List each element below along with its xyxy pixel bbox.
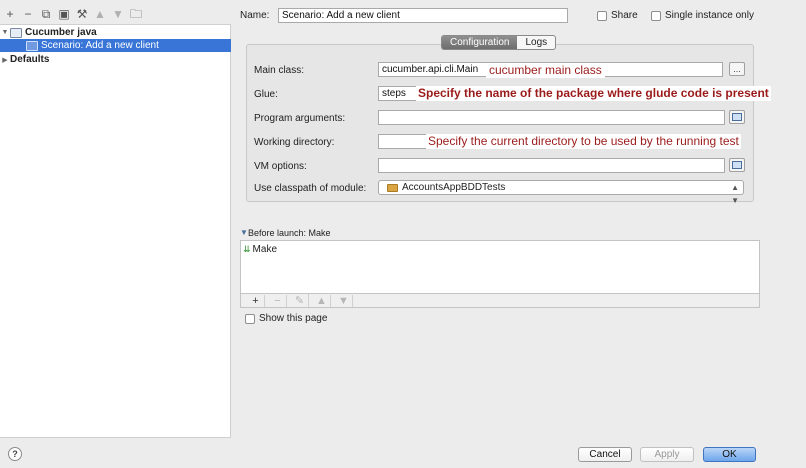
- vm-options-input[interactable]: [378, 158, 725, 173]
- move-down-icon[interactable]: ▼: [112, 7, 124, 21]
- glue-label: Glue:: [254, 89, 278, 100]
- classpath-module-label: Use classpath of module:: [254, 183, 367, 194]
- classpath-module-value: AccountsAppBDDTests: [402, 182, 506, 193]
- module-folder-icon: [387, 183, 398, 192]
- copy-icon[interactable]: ⧉: [40, 7, 52, 21]
- remove-icon[interactable]: −: [22, 7, 34, 21]
- run-config-sidebar: + − ⧉ ▣ ⚒ ▲ ▼ 🗀 ▼ Cucumber java Scenario…: [0, 0, 231, 468]
- move-down-icon[interactable]: ▼: [335, 294, 353, 307]
- tab-logs[interactable]: Logs: [517, 36, 555, 49]
- make-icon: ⇊: [243, 244, 250, 254]
- expand-arguments-button[interactable]: [729, 110, 745, 124]
- cancel-button[interactable]: Cancel: [578, 447, 632, 462]
- select-arrows-icon: ▲ ▼: [731, 183, 739, 205]
- config-tabs: Configuration Logs: [441, 35, 557, 50]
- edit-icon[interactable]: ✎: [291, 294, 309, 307]
- main-class-annotation: cucumber main class: [486, 63, 605, 78]
- expand-right-icon[interactable]: ▶: [0, 56, 10, 64]
- cucumber-config-icon: [10, 27, 22, 38]
- tree-item-label: Defaults: [10, 54, 50, 65]
- tree-item-cucumber-java[interactable]: ▼ Cucumber java: [0, 26, 231, 39]
- before-launch-title: Before launch: Make: [248, 228, 331, 238]
- before-launch-item-label: Make: [252, 244, 277, 255]
- show-this-page-label: Show this page: [259, 313, 328, 324]
- ok-button[interactable]: OK: [703, 447, 756, 462]
- expand-vm-options-button[interactable]: [729, 158, 745, 172]
- apply-button[interactable]: Apply: [640, 447, 694, 462]
- move-up-icon[interactable]: ▲: [313, 294, 331, 307]
- name-label: Name:: [240, 10, 270, 21]
- tree-item-label: Scenario: Add a new client: [41, 40, 159, 51]
- show-this-page-checkbox[interactable]: [245, 314, 255, 324]
- config-tree: ▼ Cucumber java Scenario: Add a new clie…: [0, 24, 231, 438]
- edit-defaults-icon[interactable]: ⚒: [76, 7, 88, 21]
- share-checkbox[interactable]: [597, 11, 607, 21]
- add-icon[interactable]: +: [247, 294, 265, 307]
- working-directory-annotation: Specify the current directory to be used…: [426, 134, 741, 149]
- tree-item-scenario[interactable]: Scenario: Add a new client: [0, 39, 231, 52]
- folder-icon[interactable]: 🗀: [130, 7, 142, 21]
- move-up-icon[interactable]: ▲: [94, 7, 106, 21]
- expand-editor-icon: [732, 161, 742, 169]
- working-directory-label: Working directory:: [254, 137, 335, 148]
- help-button[interactable]: ?: [8, 447, 22, 461]
- tab-configuration[interactable]: Configuration: [442, 36, 518, 49]
- before-launch-toolbar: + − ✎ ▲ ▼: [240, 293, 760, 308]
- tree-item-defaults[interactable]: ▶ Defaults: [0, 53, 231, 66]
- add-icon[interactable]: +: [4, 7, 16, 21]
- vm-options-label: VM options:: [254, 161, 307, 172]
- working-directory-input[interactable]: [378, 134, 428, 149]
- single-instance-label: Single instance only: [665, 10, 754, 21]
- collapse-before-launch-icon[interactable]: ▼: [240, 228, 248, 237]
- classpath-module-select[interactable]: AccountsAppBDDTests ▲ ▼: [378, 180, 744, 205]
- glue-input[interactable]: steps: [378, 86, 418, 101]
- glue-annotation: Specify the name of the package where gl…: [416, 86, 771, 101]
- name-input[interactable]: Scenario: Add a new client: [278, 8, 568, 23]
- browse-main-class-button[interactable]: ...: [729, 62, 745, 76]
- single-instance-checkbox[interactable]: [651, 11, 661, 21]
- program-arguments-input[interactable]: [378, 110, 725, 125]
- remove-icon[interactable]: −: [269, 294, 287, 307]
- program-arguments-label: Program arguments:: [254, 113, 346, 124]
- share-label: Share: [611, 10, 638, 21]
- expand-down-icon[interactable]: ▼: [0, 29, 10, 36]
- tree-toolbar: + − ⧉ ▣ ⚒ ▲ ▼ 🗀: [4, 4, 142, 24]
- main-class-label: Main class:: [254, 65, 305, 76]
- tree-item-label: Cucumber java: [25, 27, 97, 38]
- save-icon[interactable]: ▣: [58, 7, 70, 21]
- expand-editor-icon: [732, 113, 742, 121]
- list-item[interactable]: ⇊ Make: [243, 243, 277, 256]
- scenario-config-icon: [26, 40, 38, 51]
